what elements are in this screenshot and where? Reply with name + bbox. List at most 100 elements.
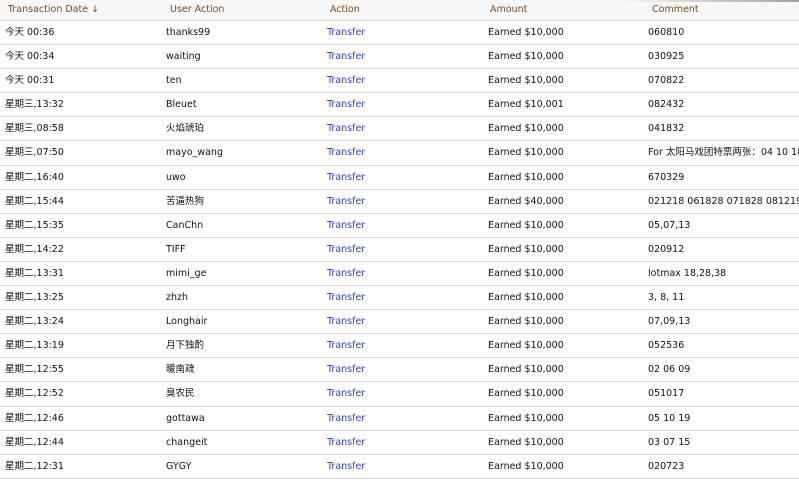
comment-cell: 05 10 19 — [648, 412, 691, 424]
amount-cell: Earned $10,000 — [488, 171, 564, 183]
transaction-date-cell: 星期二,13:19 — [5, 340, 64, 352]
amount-cell: Earned $10,000 — [488, 267, 564, 279]
table-row: 星期二,14:22 TIFF Transfer Earned $10,000 02091… — [0, 238, 799, 262]
transfer-link[interactable]: Transfer — [327, 455, 365, 479]
amount-cell: Earned $10,000 — [488, 460, 564, 472]
transfer-link[interactable]: Transfer — [327, 21, 365, 45]
amount-cell: Earned $10,000 — [488, 388, 564, 400]
transfer-link[interactable]: Transfer — [327, 190, 365, 214]
user-action-cell: 火焰琥珀 — [166, 123, 205, 135]
user-action-cell: 苦逼热狗 — [166, 195, 205, 207]
transfer-link[interactable]: Transfer — [327, 93, 365, 117]
transaction-date-cell: 星期二,12:44 — [5, 436, 64, 448]
column-header-comment: Comment — [652, 4, 699, 15]
comment-cell: 051017 — [648, 388, 685, 400]
transfer-link[interactable]: Transfer — [327, 45, 365, 69]
comment-cell: lotmax 18,28,38 — [648, 267, 727, 279]
amount-cell: Earned $10,000 — [488, 292, 564, 304]
table-row: 星期二,12:44 changeit Transfer Earned $10,000 0… — [0, 431, 799, 455]
transfer-link[interactable]: Transfer — [327, 141, 365, 165]
transfer-link[interactable]: Transfer — [327, 382, 365, 406]
table-row: 星期三,08:58 火焰琥珀 Transfer Earned $10,000 04183… — [0, 117, 799, 142]
transfer-link[interactable]: Transfer — [327, 310, 365, 334]
transaction-date-cell: 星期二,12:31 — [5, 460, 64, 472]
transfer-link[interactable]: Transfer — [327, 262, 365, 286]
amount-cell: Earned $10,000 — [488, 243, 564, 255]
table-row: 今天 00:36 thanks99 Transfer Earned $10,000 06… — [0, 21, 799, 46]
transaction-date-cell: 星期三,07:50 — [5, 147, 64, 159]
user-action-cell: uwo — [166, 171, 186, 183]
transaction-date-cell: 星期二,12:46 — [5, 412, 64, 424]
user-action-cell: waiting — [166, 51, 201, 63]
transactions-table: Transaction Date ↓ User Action Action Amo… — [0, 0, 799, 498]
transaction-date-cell: 星期三,13:32 — [5, 99, 64, 111]
transfer-link[interactable]: Transfer — [327, 286, 365, 310]
table-row: 星期二,13:25 zhzh Transfer Earned $10,000 3, 8,… — [0, 286, 799, 311]
transfer-link[interactable]: Transfer — [327, 334, 365, 358]
amount-cell: Earned $10,000 — [488, 436, 564, 448]
transfer-link[interactable]: Transfer — [327, 69, 365, 93]
user-action-cell: 月下独酌 — [166, 340, 205, 352]
transaction-date-cell: 星期三,08:58 — [5, 123, 64, 135]
comment-cell: 670329 — [648, 171, 685, 183]
transaction-date-cell: 星期二,13:31 — [5, 267, 64, 279]
comment-cell: 02 06 09 — [648, 364, 691, 376]
table-row: 今天 00:31 ten Transfer Earned $10,000 070822 — [0, 69, 799, 94]
table-row: 星期二,16:40 uwo Transfer Earned $10,000 670329 — [0, 166, 799, 190]
transfer-link[interactable]: Transfer — [327, 117, 365, 141]
transaction-date-cell: 星期二,13:25 — [5, 292, 64, 304]
amount-cell: Earned $10,000 — [488, 364, 564, 376]
column-header-transaction-date[interactable]: Transaction Date ↓ — [8, 0, 99, 20]
transfer-link[interactable]: Transfer — [327, 214, 365, 238]
amount-cell: Earned $10,000 — [488, 412, 564, 424]
table-row: 星期二,12:55 暖南疏 Transfer Earned $10,000 02 06 … — [0, 358, 799, 383]
amount-cell: Earned $10,000 — [488, 51, 564, 63]
table-row: 星期二,12:31 GYGY Transfer Earned $10,000 02072… — [0, 455, 799, 479]
transfer-link[interactable]: Transfer — [327, 407, 365, 431]
table-row: 星期三,07:50 mayo_wang Transfer Earned $10,000… — [0, 141, 799, 166]
transaction-date-cell: 今天 00:31 — [5, 75, 55, 87]
transaction-date-cell: 星期二,12:55 — [5, 364, 64, 376]
transaction-date-cell: 星期二,12:52 — [5, 388, 64, 400]
transfer-link[interactable]: Transfer — [327, 358, 365, 382]
user-action-cell: GYGY — [166, 460, 192, 472]
user-action-cell: ten — [166, 75, 182, 87]
table-row: 星期二,13:19 月下独酌 Transfer Earned $10,000 05253… — [0, 334, 799, 359]
table-row: 星期二,13:24 Longhair Transfer Earned $10,000 0… — [0, 310, 799, 335]
amount-cell: Earned $10,001 — [488, 99, 564, 111]
table-row: 星期二,13:31 mimi_ge Transfer Earned $10,000 lo… — [0, 262, 799, 287]
transaction-date-cell: 星期二,14:22 — [5, 243, 64, 255]
user-action-cell: mimi_ge — [166, 267, 207, 279]
user-action-cell: zhzh — [166, 292, 189, 304]
table-body: 今天 00:36 thanks99 Transfer Earned $10,000 06… — [0, 21, 799, 479]
user-action-cell: changeit — [166, 436, 208, 448]
user-action-cell: Bleuet — [166, 99, 197, 111]
column-header-amount: Amount — [490, 4, 528, 15]
user-action-cell: 暖南疏 — [166, 364, 195, 376]
comment-cell: 3, 8, 11 — [648, 292, 685, 304]
comment-cell: For 太阳马戏团特票两张：04 10 18 — [648, 147, 799, 159]
user-action-cell: gottawa — [166, 412, 205, 424]
amount-cell: Earned $10,000 — [488, 147, 564, 159]
user-action-cell: Longhair — [166, 316, 208, 328]
transfer-link[interactable]: Transfer — [327, 238, 365, 262]
user-action-cell: mayo_wang — [166, 147, 223, 159]
amount-cell: Earned $10,000 — [488, 340, 564, 352]
comment-cell: 052536 — [648, 340, 685, 352]
comment-cell: 020723 — [648, 460, 685, 472]
transfer-link[interactable]: Transfer — [327, 166, 365, 190]
sort-down-icon[interactable]: ↓ — [91, 4, 99, 15]
amount-cell: Earned $40,000 — [488, 195, 564, 207]
comment-cell: 021218 061828 071828 081219 — [648, 195, 799, 207]
comment-cell: 020912 — [648, 243, 685, 255]
comment-cell: 082432 — [648, 99, 685, 111]
column-header-action: Action — [330, 4, 360, 15]
comment-cell: 060810 — [648, 27, 685, 38]
user-action-cell: thanks99 — [166, 27, 211, 38]
column-header-user-action: User Action — [170, 4, 225, 15]
table-row: 星期二,12:46 gottawa Transfer Earned $10,000 05… — [0, 407, 799, 431]
table-row: 星期二,15:44 苦逼热狗 Transfer Earned $40,000 02121… — [0, 190, 799, 214]
comment-cell: 07,09,13 — [648, 316, 691, 328]
transfer-link[interactable]: Transfer — [327, 431, 365, 455]
comment-cell: 03 07 15 — [648, 436, 691, 448]
